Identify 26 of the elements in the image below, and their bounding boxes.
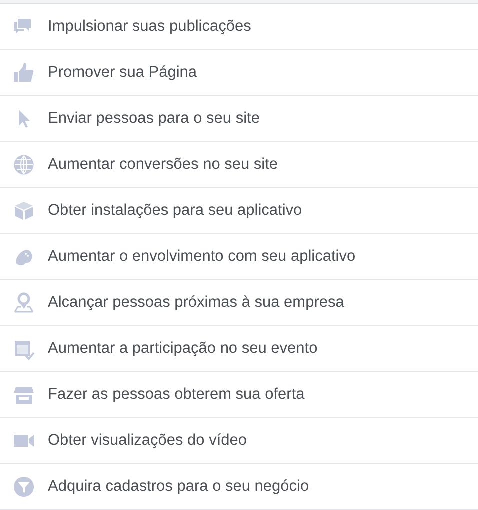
objective-label: Obter instalações para seu aplicativo [48,202,302,220]
objective-item[interactable]: Obter instalações para seu aplicativo [0,188,478,234]
objective-item[interactable]: Obter visualizações do vídeo [0,418,478,464]
objective-item[interactable]: Enviar pessoas para o seu site [0,96,478,142]
objective-label: Enviar pessoas para o seu site [48,110,260,128]
funnel-icon [12,474,36,498]
objective-label: Impulsionar suas publicações [48,18,252,36]
objective-item[interactable]: Promover sua Página [0,50,478,96]
objective-label: Fazer as pessoas obterem sua oferta [48,386,305,404]
thumbs-up-icon [12,60,36,84]
objective-item[interactable]: Impulsionar suas publicações [0,4,478,50]
objective-item[interactable]: Fazer as pessoas obterem sua oferta [0,372,478,418]
objective-label: Adquira cadastros para o seu negócio [48,478,310,496]
objective-label: Promover sua Página [48,64,198,82]
map-pin-icon [12,290,36,314]
objective-label: Aumentar o envolvimento com seu aplicativo [48,248,356,266]
objective-label: Obter visualizações do vídeo [48,432,248,450]
globe-icon [12,152,36,176]
objective-item[interactable]: Aumentar o envolvimento com seu aplicativo [0,234,478,280]
objective-item[interactable]: Aumentar a participação no seu evento [0,326,478,372]
objective-item[interactable]: Aumentar conversões no seu site [0,142,478,188]
objective-label: Alcançar pessoas próximas à sua empresa [48,294,344,312]
objective-item[interactable]: Alcançar pessoas próximas à sua empresa [0,280,478,326]
objective-label: Aumentar conversões no seu site [48,156,278,174]
objective-item[interactable]: Adquira cadastros para o seu negócio [0,464,478,510]
objective-label: Aumentar a participação no seu evento [48,340,318,358]
